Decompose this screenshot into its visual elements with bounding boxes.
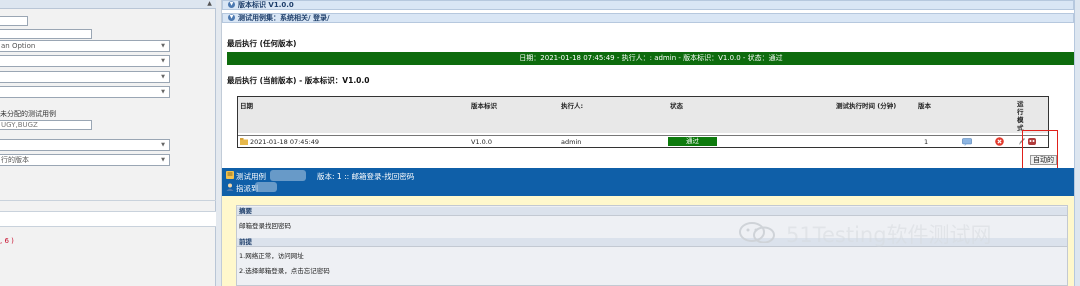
- chevron-down-icon: ▼: [161, 89, 165, 95]
- row-date: 2021-01-18 07:45:49: [250, 138, 320, 146]
- chevron-down-icon: ▼: [228, 14, 235, 21]
- chevron-down-icon: ▼: [161, 74, 165, 80]
- precondition-2: 2.选择邮箱登录，点击忘记密码: [239, 267, 330, 275]
- last-exec-any-title: 最后执行 (任何版本): [227, 39, 297, 48]
- testcase-line-prefix: 测试用例: [236, 172, 266, 181]
- row-version: 1: [924, 138, 929, 146]
- testcase-title: 版本: 1 :: 邮箱登录-找回密码: [317, 172, 415, 181]
- unassigned-testcases-label: 未分配的测试用例: [0, 110, 56, 118]
- last-exec-current-title: 最后执行 (当前版本) - 版本标识：V1.0.0: [227, 76, 370, 85]
- wechat-logo-icon: [739, 222, 775, 243]
- comment-icon[interactable]: [962, 138, 972, 146]
- right-scrollbar[interactable]: [1074, 0, 1080, 286]
- option-select[interactable]: an Option ▼: [0, 40, 170, 52]
- precondition-1: 1.网络正常，访问网址: [239, 252, 304, 260]
- build-header-label: 版本标识 V1.0.0: [238, 1, 294, 9]
- version-select[interactable]: 行的版本 ▼: [0, 154, 170, 166]
- col-version: 版本: [918, 102, 931, 110]
- table-row: 2021-01-18 07:45:49 V1.0.0 admin 通过 1: [238, 135, 1048, 147]
- automated-button[interactable]: 自动的: [1030, 155, 1057, 165]
- filter-select-2[interactable]: ▼: [0, 55, 170, 67]
- scroll-up-icon[interactable]: ▲: [205, 0, 214, 8]
- status-badge: 通过: [668, 137, 717, 146]
- chevron-down-icon: ▼: [161, 157, 165, 163]
- testcase-icon: [226, 171, 234, 179]
- summary-header: 摘要: [237, 207, 1067, 216]
- filter-select-5[interactable]: ▼: [0, 139, 170, 151]
- divider: [0, 200, 216, 201]
- col-status: 状态: [670, 102, 683, 110]
- left-panel-header: ▲: [0, 0, 216, 9]
- left-panel: ▲ an Option ▼ ▼ ▼ ▼ 未分配的测试用例 UGY,BUGZ ▼ …: [0, 0, 216, 286]
- table-header-row: 日期 版本标识 执行人: 状态 测试执行时间 (分钟) 版本 运行模式: [238, 97, 1048, 133]
- filter-field-2[interactable]: [0, 29, 92, 39]
- col-tester: 执行人:: [561, 102, 584, 110]
- chevron-down-icon: ▼: [161, 142, 165, 148]
- tree-footer-text: , 6 ): [0, 237, 14, 245]
- delete-icon[interactable]: [995, 137, 1004, 146]
- keywords-value: UGY,BUGZ: [1, 121, 38, 129]
- testsuite-header[interactable]: ▼ 测试用例集：系统相关/ 登录/: [222, 13, 1074, 23]
- col-duration: 测试执行时间 (分钟): [836, 102, 897, 110]
- version-select-value: 行的版本: [1, 156, 29, 164]
- filter-select-3[interactable]: ▼: [0, 71, 170, 83]
- build-header[interactable]: ▼ 版本标识 V1.0.0: [222, 0, 1074, 10]
- redacted-assignee: [255, 182, 277, 192]
- row-tester: admin: [561, 138, 582, 146]
- col-date: 日期: [240, 102, 253, 110]
- summary-text: 邮箱登录找回密码: [239, 222, 291, 230]
- left-band: [0, 211, 216, 227]
- chevron-down-icon: ▼: [161, 43, 165, 49]
- keywords-field[interactable]: UGY,BUGZ: [0, 120, 92, 130]
- chevron-down-icon: ▼: [228, 1, 235, 8]
- tree-footer-count: , 6 ): [0, 237, 14, 245]
- filter-select-4[interactable]: ▼: [0, 86, 170, 98]
- last-exec-banner: 日期：2021-01-18 07:45:49 - 执行人：: admin - 版…: [227, 52, 1075, 65]
- execution-table: 日期 版本标识 执行人: 状态 测试执行时间 (分钟) 版本 运行模式 2021…: [237, 96, 1049, 148]
- redacted-id: [270, 170, 306, 181]
- testsuite-header-label: 测试用例集：系统相关/ 登录/: [238, 14, 330, 22]
- col-build: 版本标识: [471, 102, 497, 110]
- watermark-text: 51Testing软件测试网: [786, 223, 992, 247]
- user-icon: [226, 183, 234, 191]
- folder-icon: [240, 138, 248, 145]
- col-run-mode: 运行模式: [1017, 100, 1024, 132]
- testcase-header-bar: 测试用例 版本: 1 :: 邮箱登录-找回密码 指派到: [222, 168, 1080, 196]
- row-build: V1.0.0: [471, 138, 492, 146]
- option-select-value: an Option: [1, 42, 36, 50]
- chevron-down-icon: ▼: [161, 58, 165, 64]
- filter-field-1[interactable]: [0, 16, 28, 26]
